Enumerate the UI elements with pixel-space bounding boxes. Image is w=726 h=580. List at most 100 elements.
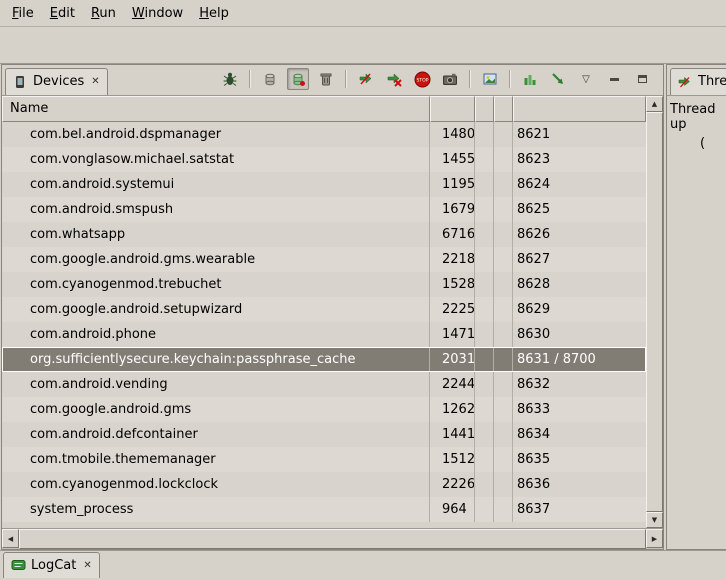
cell-status1 bbox=[475, 397, 494, 422]
vertical-scrollbar[interactable]: ▲ ▼ bbox=[646, 96, 663, 528]
cell-port: 8633 bbox=[513, 397, 646, 422]
scroll-left-button[interactable]: ◀ bbox=[2, 529, 19, 548]
cell-status2 bbox=[494, 497, 513, 522]
cell-pid: 1512 bbox=[430, 447, 475, 472]
toolbar-separator bbox=[509, 70, 511, 88]
menu-window[interactable]: Window bbox=[124, 3, 191, 24]
arrow-up-icon: ▲ bbox=[652, 100, 657, 108]
table-row[interactable]: com.tmobile.thememanager 1512 8635 bbox=[2, 447, 646, 472]
cell-status2 bbox=[494, 147, 513, 172]
scroll-right-button[interactable]: ▶ bbox=[646, 529, 663, 548]
debug-process-icon[interactable] bbox=[219, 68, 241, 90]
table-row[interactable]: com.google.android.setupwizard 22250 862… bbox=[2, 297, 646, 322]
minimize-view-icon[interactable] bbox=[603, 68, 625, 90]
dump-hprof-icon[interactable] bbox=[287, 68, 309, 90]
tab-threads[interactable]: Threa bbox=[670, 68, 726, 95]
main-toolbar bbox=[0, 27, 726, 64]
cell-status1 bbox=[475, 447, 494, 472]
table-row[interactable]: com.google.android.gms.wearable 22185 86… bbox=[2, 247, 646, 272]
table-row[interactable]: org.sufficientlysecure.keychain:passphra… bbox=[2, 347, 646, 372]
cell-port: 8627 bbox=[513, 247, 646, 272]
table-row[interactable]: com.android.smspush 1679 8625 bbox=[2, 197, 646, 222]
cell-status1 bbox=[475, 497, 494, 522]
cell-pid: 20311 bbox=[430, 347, 475, 372]
cell-pid: 1195 bbox=[430, 172, 475, 197]
cell-status2 bbox=[494, 322, 513, 347]
devices-table: Name com.bel.android.dspmanager 1480 862… bbox=[2, 96, 663, 528]
column-header-port[interactable] bbox=[513, 96, 646, 122]
horizontal-scrollbar-thumb[interactable] bbox=[19, 529, 646, 549]
cell-port: 8631 / 8700 bbox=[513, 347, 646, 372]
cell-status2 bbox=[494, 372, 513, 397]
sysinfo-columns-icon[interactable] bbox=[519, 68, 541, 90]
view-menu-chevron-icon[interactable]: ▽ bbox=[575, 68, 597, 90]
cell-pid: 22250 bbox=[430, 297, 475, 322]
threads-message-line1: Thread up bbox=[670, 102, 724, 132]
stop-method-profiling-icon[interactable] bbox=[383, 68, 405, 90]
cell-pid: 14553 bbox=[430, 147, 475, 172]
cell-process-name: com.android.smspush bbox=[2, 197, 430, 222]
table-row[interactable]: com.whatsapp 6716 8626 bbox=[2, 222, 646, 247]
update-heap-icon[interactable] bbox=[259, 68, 281, 90]
table-row[interactable]: com.cyanogenmod.trebuchet 1528 8628 bbox=[2, 272, 646, 297]
cell-status2 bbox=[494, 272, 513, 297]
menu-run[interactable]: Run bbox=[83, 3, 124, 24]
column-header-status1[interactable] bbox=[475, 96, 494, 122]
cell-status2 bbox=[494, 347, 513, 372]
cell-status2 bbox=[494, 297, 513, 322]
device-phone-icon bbox=[12, 74, 28, 90]
threads-tabbar: Threa bbox=[667, 65, 726, 96]
devices-tabbar: Devices ✕ bbox=[2, 65, 663, 96]
maximize-icon bbox=[638, 75, 647, 83]
cause-gc-trash-icon[interactable] bbox=[315, 68, 337, 90]
column-header-name[interactable]: Name bbox=[2, 96, 430, 122]
main-area: Devices ✕ bbox=[0, 64, 726, 550]
table-row[interactable]: system_process 964 8637 bbox=[2, 497, 646, 522]
device-table-body: com.bel.android.dspmanager 1480 8621 com… bbox=[2, 122, 663, 528]
cell-pid: 22440 bbox=[430, 372, 475, 397]
menu-edit[interactable]: Edit bbox=[42, 3, 83, 24]
table-row[interactable]: com.vonglasow.michael.satstat 14553 8623 bbox=[2, 147, 646, 172]
cell-pid: 1528 bbox=[430, 272, 475, 297]
menu-file[interactable]: File bbox=[4, 3, 42, 24]
table-row[interactable]: com.android.systemui 1195 8624 bbox=[2, 172, 646, 197]
tab-devices-close-icon[interactable]: ✕ bbox=[91, 76, 99, 87]
table-row[interactable]: com.cyanogenmod.lockclock 22265 8636 bbox=[2, 472, 646, 497]
tab-logcat-close-icon[interactable]: ✕ bbox=[83, 560, 91, 571]
cell-status2 bbox=[494, 472, 513, 497]
scroll-up-button[interactable]: ▲ bbox=[646, 96, 663, 112]
horizontal-scrollbar[interactable]: ◀ ▶ bbox=[2, 528, 663, 549]
cell-port: 8626 bbox=[513, 222, 646, 247]
cell-process-name: com.vonglasow.michael.satstat bbox=[2, 147, 430, 172]
table-row[interactable]: com.android.phone 1471 8630 bbox=[2, 322, 646, 347]
table-row[interactable]: com.bel.android.dspmanager 1480 8621 bbox=[2, 122, 646, 147]
start-profiling-arrow-icon[interactable] bbox=[547, 68, 569, 90]
threads-icon bbox=[677, 74, 693, 90]
tab-devices[interactable]: Devices ✕ bbox=[5, 68, 108, 95]
tab-devices-label: Devices bbox=[33, 74, 84, 89]
screen-capture-icon[interactable] bbox=[439, 68, 461, 90]
cell-port: 8623 bbox=[513, 147, 646, 172]
cell-status1 bbox=[475, 172, 494, 197]
view-hierarchy-icon[interactable] bbox=[479, 68, 501, 90]
menu-help[interactable]: Help bbox=[191, 3, 237, 24]
scroll-down-button[interactable]: ▼ bbox=[646, 512, 663, 528]
vertical-scrollbar-thumb[interactable] bbox=[646, 112, 663, 512]
cell-status2 bbox=[494, 197, 513, 222]
update-threads-icon[interactable] bbox=[355, 68, 377, 90]
cell-process-name: com.bel.android.dspmanager bbox=[2, 122, 430, 147]
arrow-left-icon: ◀ bbox=[8, 535, 13, 543]
tab-logcat[interactable]: LogCat ✕ bbox=[3, 552, 100, 578]
column-header-status2[interactable] bbox=[494, 96, 513, 122]
table-row[interactable]: com.android.vending 22440 8632 bbox=[2, 372, 646, 397]
table-row[interactable]: com.android.defcontainer 14411 8634 bbox=[2, 422, 646, 447]
table-row[interactable]: com.google.android.gms 12623 8633 bbox=[2, 397, 646, 422]
cell-port: 8624 bbox=[513, 172, 646, 197]
cell-status1 bbox=[475, 247, 494, 272]
column-header-pid[interactable] bbox=[430, 96, 475, 122]
cell-pid: 964 bbox=[430, 497, 475, 522]
maximize-view-icon[interactable] bbox=[631, 68, 653, 90]
cell-status1 bbox=[475, 322, 494, 347]
cell-process-name: com.tmobile.thememanager bbox=[2, 447, 430, 472]
stop-process-icon[interactable]: STOP bbox=[411, 68, 433, 90]
